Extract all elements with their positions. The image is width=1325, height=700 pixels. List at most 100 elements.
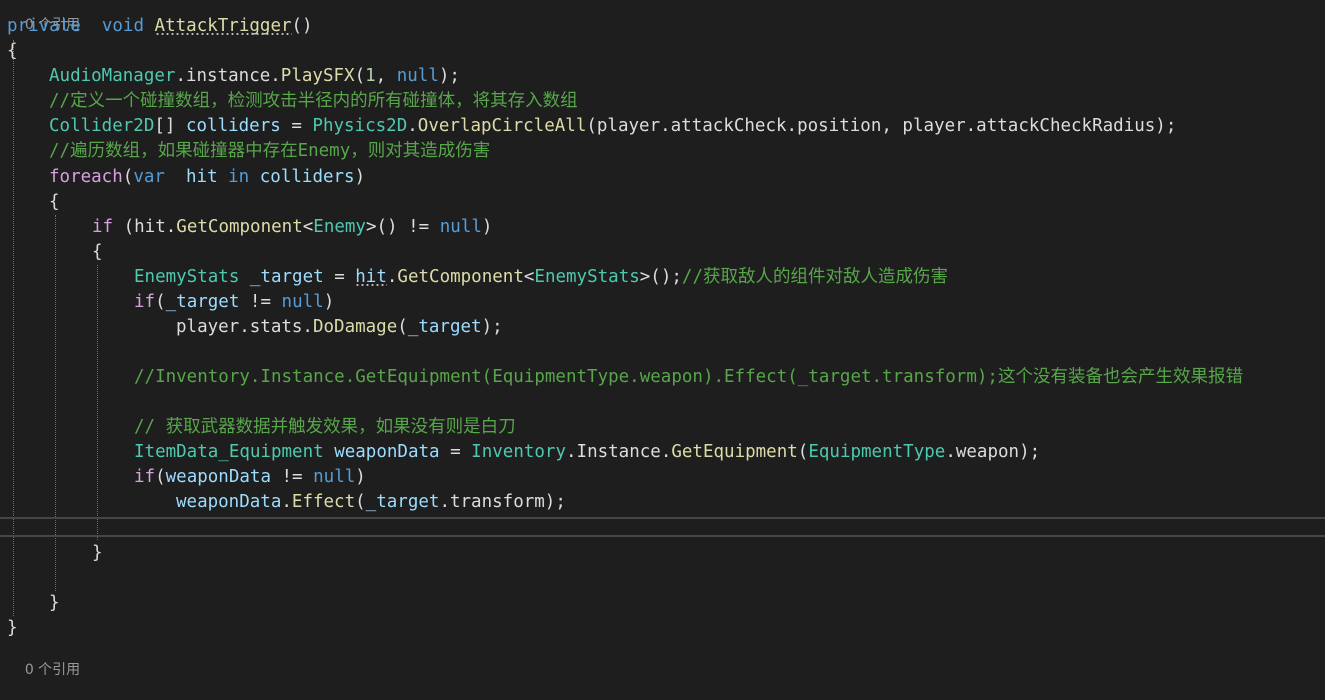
- codelens-references-bottom[interactable]: 0 个引用: [7, 640, 80, 678]
- dot: .: [386, 267, 398, 287]
- code-line-3: AudioManager.instance.PlaySFX(1, null);: [49, 64, 460, 89]
- indent-guide-if: [97, 265, 98, 540]
- code-line-5: Collider2D[] colliders = Physics2D.Overl…: [49, 114, 1176, 139]
- expr-rest: >();: [639, 267, 682, 287]
- var-hit-ref: hit: [355, 267, 387, 287]
- type-collider2d: Collider2D: [49, 116, 155, 136]
- args: (player.attackCheck.position, player.att…: [586, 116, 1177, 136]
- fn-getequipment: GetEquipment: [671, 442, 798, 462]
- lt: <: [523, 267, 535, 287]
- keyword-void: void: [101, 16, 144, 36]
- member-access: .Instance.: [566, 442, 672, 462]
- var-weapondata-ref: weaponData: [165, 467, 271, 487]
- keyword-null: null: [396, 66, 439, 86]
- close-brace: }: [92, 543, 103, 563]
- var-target-ref: _target: [407, 317, 482, 337]
- not-equal: !=: [270, 467, 314, 487]
- comment: //遍历数组，如果碰撞器中存在Enemy，则对其造成伤害: [49, 141, 491, 161]
- paren-close: ): [355, 467, 366, 487]
- type-enemy: Enemy: [313, 217, 366, 237]
- comment: // 获取武器数据并触发效果，如果没有则是白刀: [134, 417, 516, 437]
- keyword-if: if: [92, 217, 114, 237]
- var-target-ref: _target: [165, 292, 240, 312]
- code-editor[interactable]: 0 个引用 private void AttackTrigger() { Aud…: [0, 0, 1325, 678]
- paren-close: ): [354, 167, 366, 187]
- assign: =: [280, 116, 313, 136]
- code-line-6: //遍历数组，如果碰撞器中存在Enemy，则对其造成伤害: [49, 139, 490, 164]
- number-literal: 1: [365, 66, 376, 86]
- code-line-2: {: [7, 39, 18, 64]
- var-weapondata-ref: weaponData: [176, 492, 282, 512]
- dot: .: [407, 116, 418, 136]
- keyword-null: null: [281, 292, 324, 312]
- paren-close: ): [323, 292, 335, 312]
- comma: ,: [375, 66, 397, 86]
- code-line-1: private void AttackTrigger(): [7, 14, 313, 39]
- comment: //Inventory.Instance.GetEquipment(Equipm…: [134, 367, 1243, 387]
- fn-playsfx: PlaySFX: [280, 66, 355, 86]
- assign: =: [323, 267, 356, 287]
- fn-getcomponent: GetComponent: [176, 217, 303, 237]
- not-equal: !=: [239, 292, 282, 312]
- close-brace: }: [7, 618, 18, 638]
- code-line-24: }: [49, 591, 60, 616]
- code-line-19: if(weaponData != null): [134, 465, 366, 490]
- paren: (: [797, 442, 809, 462]
- paren: (: [155, 467, 166, 487]
- class-audiomanager: AudioManager: [49, 66, 176, 86]
- code-line-25: }: [7, 616, 18, 641]
- code-line-22: }: [92, 541, 103, 566]
- keyword-null: null: [439, 217, 482, 237]
- method-name[interactable]: AttackTrigger: [155, 16, 292, 36]
- code-line-4: //定义一个碰撞数组，检测攻击半径内的所有碰撞体，将其存入数组: [49, 89, 578, 114]
- type-enemystats-generic: EnemyStats: [534, 267, 640, 287]
- var-weapondata: weaponData: [323, 442, 440, 462]
- paren: (: [122, 167, 134, 187]
- code-line-20: weaponData.Effect(_target.transform);: [176, 490, 566, 515]
- code-line-13: player.stats.DoDamage(_target);: [176, 315, 503, 340]
- fn-getcomponent: GetComponent: [397, 267, 524, 287]
- codelens-references-top[interactable]: 0 个引用: [7, 0, 80, 33]
- paren-close: );: [438, 66, 460, 86]
- fn-overlapcircleall: OverlapCircleAll: [417, 116, 587, 136]
- paren: (: [355, 492, 366, 512]
- keyword-foreach: foreach: [49, 167, 123, 187]
- keyword-private: private: [7, 16, 81, 36]
- comment: //定义一个碰撞数组，检测攻击半径内的所有碰撞体，将其存入数组: [49, 91, 578, 111]
- expr: (hit.: [113, 217, 177, 237]
- paren-close: );: [481, 317, 503, 337]
- comment: //获取敌人的组件对敌人造成伤害: [681, 267, 948, 287]
- open-brace: {: [49, 192, 60, 212]
- open-brace: {: [7, 41, 18, 61]
- expr-rest: .weapon);: [945, 442, 1041, 462]
- paren: (: [155, 292, 166, 312]
- code-line-11: EnemyStats _target = hit.GetComponent<En…: [134, 265, 948, 290]
- keyword-var: var: [133, 167, 165, 187]
- lt: <: [302, 217, 314, 237]
- paren-close: ): [481, 217, 493, 237]
- var-target-ref: _target: [365, 492, 440, 512]
- type-enemystats: EnemyStats: [134, 267, 240, 287]
- paren: (: [397, 317, 408, 337]
- code-line-12: if(_target != null): [134, 290, 334, 315]
- var-colliders-ref: colliders: [259, 167, 355, 187]
- keyword-if: if: [134, 292, 156, 312]
- class-physics2d: Physics2D: [312, 116, 408, 136]
- code-line-9: if (hit.GetComponent<Enemy>() != null): [92, 215, 492, 240]
- enum-equipmenttype: EquipmentType: [808, 442, 946, 462]
- type-itemdata-equipment: ItemData_Equipment: [134, 442, 324, 462]
- fn-dodamage: DoDamage: [312, 317, 398, 337]
- paren: (: [354, 66, 366, 86]
- assign: =: [439, 442, 472, 462]
- codelens-label[interactable]: 0 个引用: [25, 662, 80, 678]
- keyword-in: in: [217, 167, 260, 187]
- keyword-if: if: [134, 467, 156, 487]
- member-access: .instance.: [175, 66, 281, 86]
- code-line-18: ItemData_Equipment weaponData = Inventor…: [134, 440, 1040, 465]
- var-colliders: colliders: [185, 116, 281, 136]
- brackets: []: [154, 116, 186, 136]
- var-hit: hit: [186, 167, 218, 187]
- expr-rest: .transform);: [439, 492, 566, 512]
- fn-effect: Effect: [291, 492, 356, 512]
